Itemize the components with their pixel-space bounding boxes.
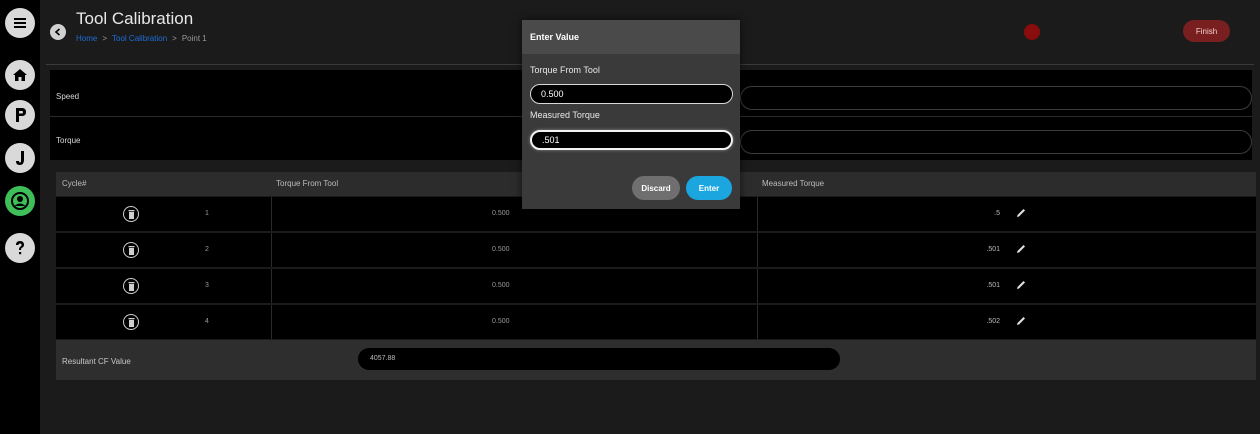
user-icon[interactable] — [5, 186, 35, 216]
measured-torque-cell: .502 — [758, 305, 1256, 339]
pencil-icon[interactable] — [1016, 280, 1026, 290]
measured-torque-cell: .501 — [758, 269, 1256, 303]
enter-value-dialog: Enter Value Torque From Tool Measured To… — [522, 20, 740, 209]
table-row: 2 0.500 .501 — [56, 233, 1256, 267]
cycle-number: 2 — [205, 246, 209, 253]
torque-from-tool-cell: 0.500 — [272, 269, 758, 303]
result-value: 4057.88 — [370, 355, 396, 362]
column-header-measured-torque: Measured Torque — [762, 179, 825, 188]
table-row: 4 0.500 .502 — [56, 305, 1256, 339]
cycle-number: 4 — [205, 318, 209, 325]
back-icon[interactable] — [50, 24, 66, 40]
delete-icon[interactable] — [123, 314, 139, 330]
nav-rail — [0, 0, 40, 434]
result-label: Resultant CF Value — [62, 357, 131, 366]
cycle-cell: 3 — [56, 269, 272, 303]
torque-from-tool-label: Torque From Tool — [530, 65, 600, 75]
measured-torque-value: .5 — [994, 210, 1000, 217]
column-header-cycle: Cycle# — [62, 179, 87, 188]
cycle-number: 3 — [205, 282, 209, 289]
measured-torque-cell: .501 — [758, 233, 1256, 267]
speed-field[interactable] — [740, 86, 1252, 110]
measured-torque-value: .501 — [986, 246, 1000, 253]
discard-button[interactable]: Discard — [632, 176, 680, 200]
delete-icon[interactable] — [123, 206, 139, 222]
measured-torque-value: .501 — [986, 282, 1000, 289]
measured-torque-value: .502 — [986, 318, 1000, 325]
breadcrumb-separator: > — [102, 34, 108, 43]
page-title: Tool Calibration — [76, 9, 194, 28]
cycle-cell: 1 — [56, 197, 272, 231]
torque-from-tool-cell: 0.500 — [272, 233, 758, 267]
dialog-header: Enter Value — [522, 20, 740, 54]
speed-label: Speed — [56, 92, 80, 101]
breadcrumb: Home > Tool Calibration > Point 1 — [76, 34, 207, 43]
torque-field[interactable] — [740, 130, 1252, 154]
breadcrumb-current: Point 1 — [181, 34, 207, 43]
pencil-icon[interactable] — [1016, 208, 1026, 218]
help-icon[interactable] — [5, 233, 35, 263]
measured-torque-input[interactable] — [530, 130, 733, 150]
torque-from-tool-cell: 0.500 — [272, 305, 758, 339]
pencil-icon[interactable] — [1016, 244, 1026, 254]
measured-torque-cell: .5 — [758, 197, 1256, 231]
result-field: 4057.88 — [358, 348, 840, 370]
measured-torque-label: Measured Torque — [530, 110, 600, 120]
letter-p-icon[interactable] — [5, 100, 35, 130]
finish-button[interactable]: Finish — [1183, 20, 1230, 42]
menu-icon[interactable] — [5, 8, 35, 38]
breadcrumb-separator: > — [172, 34, 177, 43]
home-icon[interactable] — [5, 60, 35, 90]
breadcrumb-home[interactable]: Home — [76, 34, 97, 43]
column-header-torque-from-tool: Torque From Tool — [276, 179, 339, 188]
torque-from-tool-value: 0.500 — [492, 282, 510, 289]
torque-from-tool-value: 0.500 — [492, 210, 510, 217]
torque-from-tool-input[interactable] — [530, 84, 733, 104]
cycle-number: 1 — [205, 210, 209, 217]
letter-j-icon[interactable] — [5, 143, 35, 173]
delete-icon[interactable] — [123, 242, 139, 258]
cycle-cell: 4 — [56, 305, 272, 339]
dialog-title: Enter Value — [530, 32, 580, 42]
result-panel: Resultant CF Value 4057.88 — [56, 340, 1256, 380]
enter-button[interactable]: Enter — [686, 176, 732, 200]
torque-from-tool-value: 0.500 — [492, 246, 510, 253]
torque-label: Torque — [56, 136, 81, 145]
breadcrumb-tool-calibration[interactable]: Tool Calibration — [112, 34, 167, 43]
table-row: 3 0.500 .501 — [56, 269, 1256, 303]
torque-from-tool-value: 0.500 — [492, 318, 510, 325]
pencil-icon[interactable] — [1016, 316, 1026, 326]
delete-icon[interactable] — [123, 278, 139, 294]
cycle-cell: 2 — [56, 233, 272, 267]
status-indicator — [1024, 24, 1040, 40]
